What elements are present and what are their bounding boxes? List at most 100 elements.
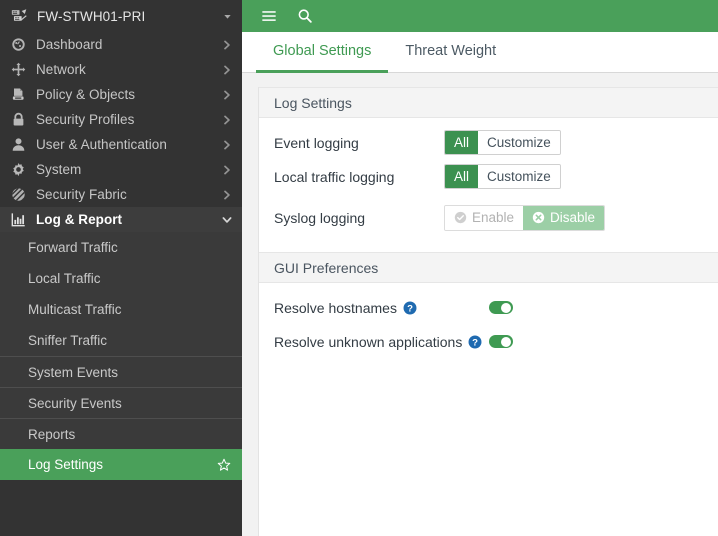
sidebar-item-sniffer-traffic[interactable]: Sniffer Traffic: [0, 325, 242, 356]
sidebar-subitem-label: Security Events: [28, 395, 122, 411]
sidebar-filler: [0, 508, 242, 536]
sidebar-item-log-report[interactable]: Log & Report: [0, 207, 242, 232]
log-report-submenu: Forward Traffic Local Traffic Multicast …: [0, 232, 242, 480]
chevron-down-icon: [222, 216, 232, 223]
local-traffic-logging-option-all[interactable]: All: [445, 165, 479, 188]
help-circle-icon[interactable]: ?: [403, 301, 417, 315]
settings-card: Log Settings Event logging All Customize…: [258, 87, 718, 536]
sidebar-item-policy-objects[interactable]: Policy & Objects: [0, 82, 242, 107]
svg-text:?: ?: [472, 337, 478, 348]
device-switch-icon: [11, 8, 27, 21]
sidebar-item-multicast-traffic[interactable]: Multicast Traffic: [0, 294, 242, 325]
field-label: Event logging: [274, 134, 359, 151]
sidebar-item-security-events[interactable]: Security Events: [0, 387, 242, 418]
chevron-right-icon: [224, 165, 230, 174]
sidebar-item-dashboard[interactable]: Dashboard: [0, 32, 242, 57]
sidebar-item-label: Policy & Objects: [36, 87, 136, 102]
chevron-right-icon: [224, 90, 230, 99]
field-row-resolve-unknown-applications: Resolve unknown applications ?: [259, 325, 718, 358]
sidebar-item-label: System: [36, 162, 82, 177]
event-logging-option-customize[interactable]: Customize: [478, 131, 560, 154]
syslog-logging-segmented-control[interactable]: Enable Disable: [444, 204, 606, 231]
sidebar-subitem-label: System Events: [28, 364, 119, 380]
section-title: GUI Preferences: [274, 259, 379, 276]
tab-label: Global Settings: [273, 43, 372, 59]
user-icon: [10, 137, 26, 153]
toggle-knob: [501, 302, 511, 313]
sidebar-item-network[interactable]: Network: [0, 57, 242, 82]
field-label: Syslog logging: [274, 209, 366, 226]
event-logging-segmented-control[interactable]: All Customize: [444, 130, 561, 155]
sidebar-item-security-fabric[interactable]: Security Fabric: [0, 182, 242, 207]
sidebar-item-forward-traffic[interactable]: Forward Traffic: [0, 232, 242, 263]
sidebar-item-reports[interactable]: Reports: [0, 418, 242, 449]
chevron-right-icon: [224, 115, 230, 124]
help-circle-icon[interactable]: ?: [468, 335, 482, 349]
section-header-gui-preferences: GUI Preferences: [259, 252, 718, 283]
sidebar-item-security-profiles[interactable]: Security Profiles: [0, 107, 242, 132]
section-title: Log Settings: [274, 94, 352, 111]
resolve-unknown-applications-toggle[interactable]: [489, 335, 513, 348]
field-label-group: Resolve hostnames ?: [274, 300, 489, 316]
network-arrows-icon: [10, 62, 26, 78]
sidebar-item-user-authentication[interactable]: User & Authentication: [0, 132, 242, 157]
bar-chart-icon: [10, 212, 26, 228]
favorite-star-icon[interactable]: [217, 458, 231, 472]
sidebar-item-system-events[interactable]: System Events: [0, 356, 242, 387]
sidebar-item-system[interactable]: System: [0, 157, 242, 182]
fortigate-admin-window: FW-STWH01-PRI Dashboard Network Policy &…: [0, 0, 718, 536]
local-traffic-logging-segmented-control[interactable]: All Customize: [444, 164, 561, 189]
gear-icon: [10, 162, 26, 178]
tab-threat-weight[interactable]: Threat Weight: [388, 32, 513, 73]
sidebar-item-label: Log & Report: [36, 212, 123, 227]
device-name: FW-STWH01-PRI: [37, 8, 146, 24]
top-bar: [242, 0, 718, 32]
chevron-right-icon: [224, 40, 230, 49]
hamburger-menu-icon[interactable]: [254, 3, 284, 29]
chevron-right-icon: [224, 65, 230, 74]
device-selector[interactable]: FW-STWH01-PRI: [0, 0, 242, 32]
sidebar-subitem-label: Forward Traffic: [28, 240, 118, 255]
field-row-local-traffic-logging: Local traffic logging All Customize: [259, 160, 718, 193]
sidebar-subitem-label: Sniffer Traffic: [28, 333, 108, 348]
chevron-right-icon: [224, 140, 230, 149]
section-header-log-settings: Log Settings: [259, 87, 718, 118]
sidebar-item-local-traffic[interactable]: Local Traffic: [0, 263, 242, 294]
field-label: Local traffic logging: [274, 168, 395, 185]
sidebar-subitem-label: Log Settings: [28, 457, 104, 472]
sidebar: FW-STWH01-PRI Dashboard Network Policy &…: [0, 0, 242, 536]
main-nav: Dashboard Network Policy & Objects Secur…: [0, 32, 242, 508]
field-row-resolve-hostnames: Resolve hostnames ?: [259, 291, 718, 324]
check-circle-icon: [454, 211, 467, 224]
tab-global-settings[interactable]: Global Settings: [256, 32, 389, 73]
lock-icon: [10, 112, 26, 128]
local-traffic-logging-option-customize[interactable]: Customize: [478, 165, 560, 188]
fabric-sphere-icon: [10, 187, 26, 203]
field-label-group: Resolve unknown applications ?: [274, 334, 489, 350]
sidebar-item-log-settings[interactable]: Log Settings: [0, 449, 242, 480]
syslog-logging-option-disable[interactable]: Disable: [523, 205, 605, 230]
tab-label: Threat Weight: [405, 43, 497, 59]
x-circle-icon: [532, 211, 545, 224]
syslog-disable-label: Disable: [550, 210, 596, 225]
policy-document-icon: [10, 87, 26, 103]
sidebar-subitem-label: Reports: [28, 426, 76, 442]
sidebar-item-label: User & Authentication: [36, 137, 167, 152]
field-label: Resolve hostnames: [274, 299, 397, 316]
field-row-syslog-logging: Syslog logging Enable Disable: [259, 201, 718, 234]
content-area: Log Settings Event logging All Customize…: [242, 73, 718, 536]
syslog-enable-label: Enable: [472, 210, 515, 225]
search-icon[interactable]: [290, 3, 320, 29]
chevron-down-icon: [224, 14, 231, 19]
sidebar-item-label: Network: [36, 62, 86, 77]
tab-bar: Global Settings Threat Weight: [242, 32, 718, 73]
sidebar-item-label: Dashboard: [36, 37, 103, 52]
svg-text:?: ?: [407, 303, 413, 314]
resolve-hostnames-toggle[interactable]: [489, 301, 513, 314]
dashboard-gauge-icon: [10, 37, 26, 53]
sidebar-item-label: Security Profiles: [36, 112, 135, 127]
syslog-logging-option-enable[interactable]: Enable: [445, 205, 524, 230]
event-logging-option-all[interactable]: All: [445, 131, 479, 154]
sidebar-subitem-label: Local Traffic: [28, 271, 101, 286]
main-area: Global Settings Threat Weight Log Settin…: [242, 0, 718, 536]
